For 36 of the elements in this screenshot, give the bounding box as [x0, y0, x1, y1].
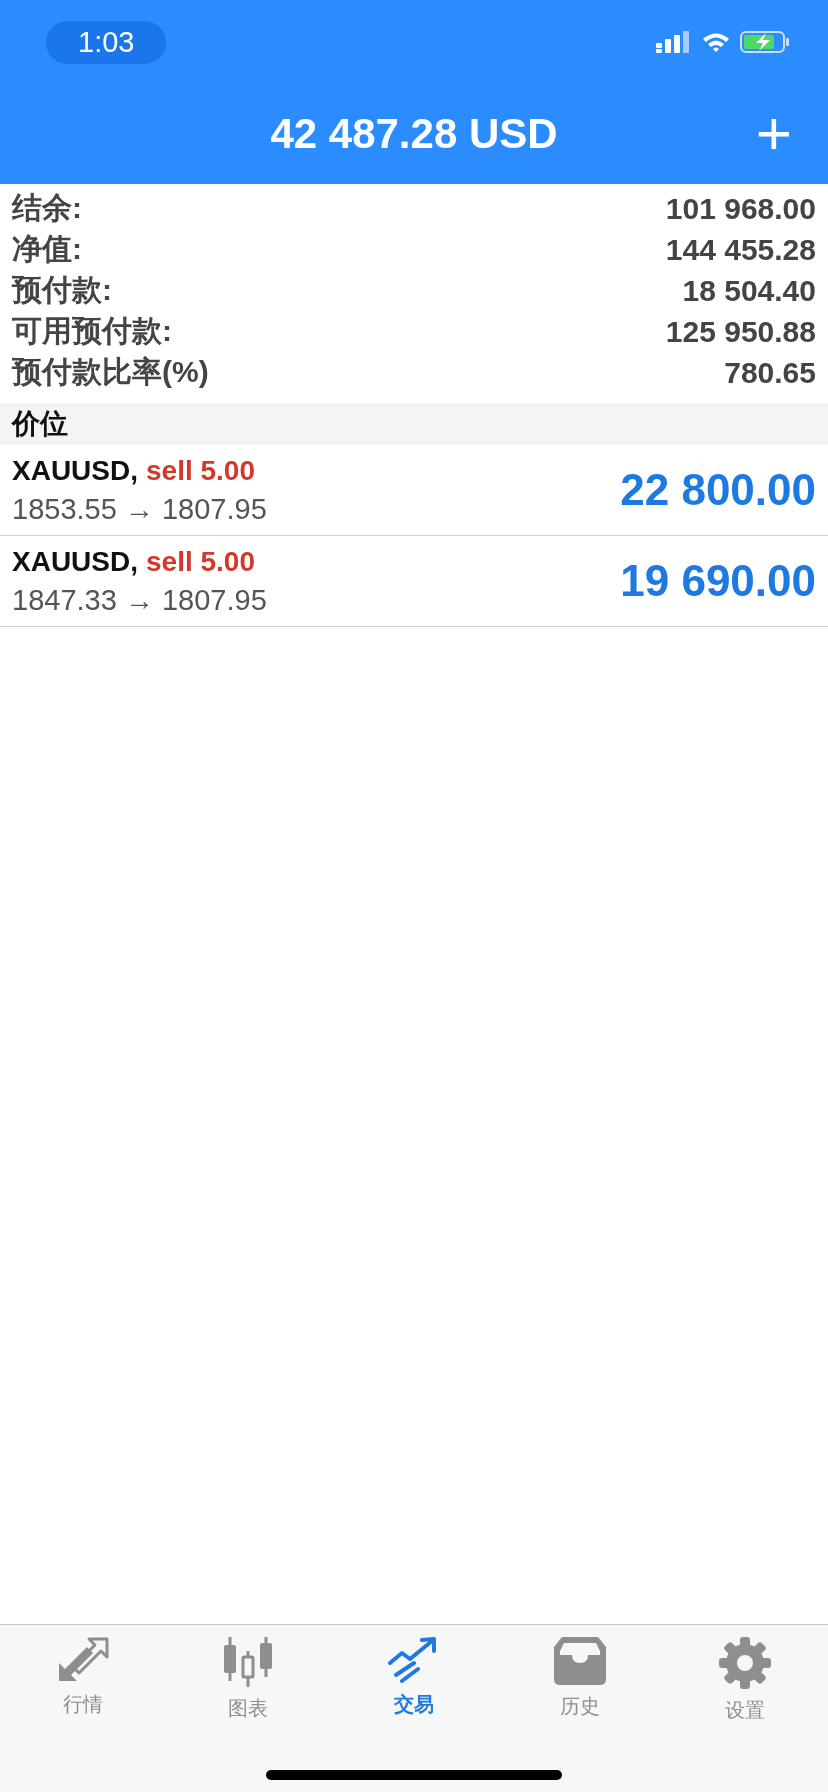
- candlestick-icon: [222, 1637, 275, 1687]
- price-change: 1853.55 → 1807.95: [12, 492, 267, 526]
- summary-label: 可用预付款:: [12, 313, 172, 349]
- symbol-label: XAUUSD,: [12, 545, 138, 578]
- summary-value: 144 455.28: [665, 232, 816, 267]
- balance-title: 42 487.28 USD: [270, 110, 558, 158]
- position-row[interactable]: XAUUSD, sell 5.00 1847.33 → 1807.95 19 690.00: [0, 536, 828, 627]
- symbol-label: XAUUSD,: [12, 454, 138, 487]
- price-change: 1847.33 → 1807.95: [12, 583, 267, 617]
- order-label: sell 5.00: [146, 454, 255, 487]
- profit-value: 19 690.00: [620, 556, 816, 606]
- summary-label: 预付款:: [12, 272, 112, 308]
- arrows-icon: [56, 1637, 109, 1683]
- order-label: sell 5.00: [146, 545, 255, 578]
- tab-item[interactable]: 交易: [331, 1637, 497, 1724]
- summary-label: 预付款比率(%): [12, 354, 209, 390]
- settings-icon: [719, 1637, 772, 1689]
- status-time: 1:03: [46, 20, 167, 64]
- signal-icon: [656, 31, 692, 53]
- summary-value: 18 504.40: [682, 273, 816, 308]
- section-header: 价位: [0, 403, 828, 445]
- summary-label: 净值:: [12, 231, 82, 267]
- tab-item[interactable]: 行情: [0, 1637, 166, 1724]
- wifi-icon: [702, 31, 730, 53]
- summary-label: 结余:: [12, 190, 82, 226]
- summary-value: 780.65: [724, 355, 816, 390]
- tab-item[interactable]: 图表: [165, 1637, 332, 1724]
- add-button[interactable]: +: [755, 102, 792, 164]
- tab-item[interactable]: 历史: [496, 1637, 663, 1724]
- inbox-icon: [553, 1637, 606, 1685]
- battery-icon: [740, 30, 790, 54]
- tab-item[interactable]: 设置: [662, 1637, 828, 1724]
- profit-value: 22 800.00: [620, 465, 816, 515]
- position-row[interactable]: XAUUSD, sell 5.00 1853.55 → 1807.95 22 800.00: [0, 445, 828, 536]
- summary-value: 101 968.00: [665, 191, 816, 226]
- summary-value: 125 950.88: [665, 314, 816, 349]
